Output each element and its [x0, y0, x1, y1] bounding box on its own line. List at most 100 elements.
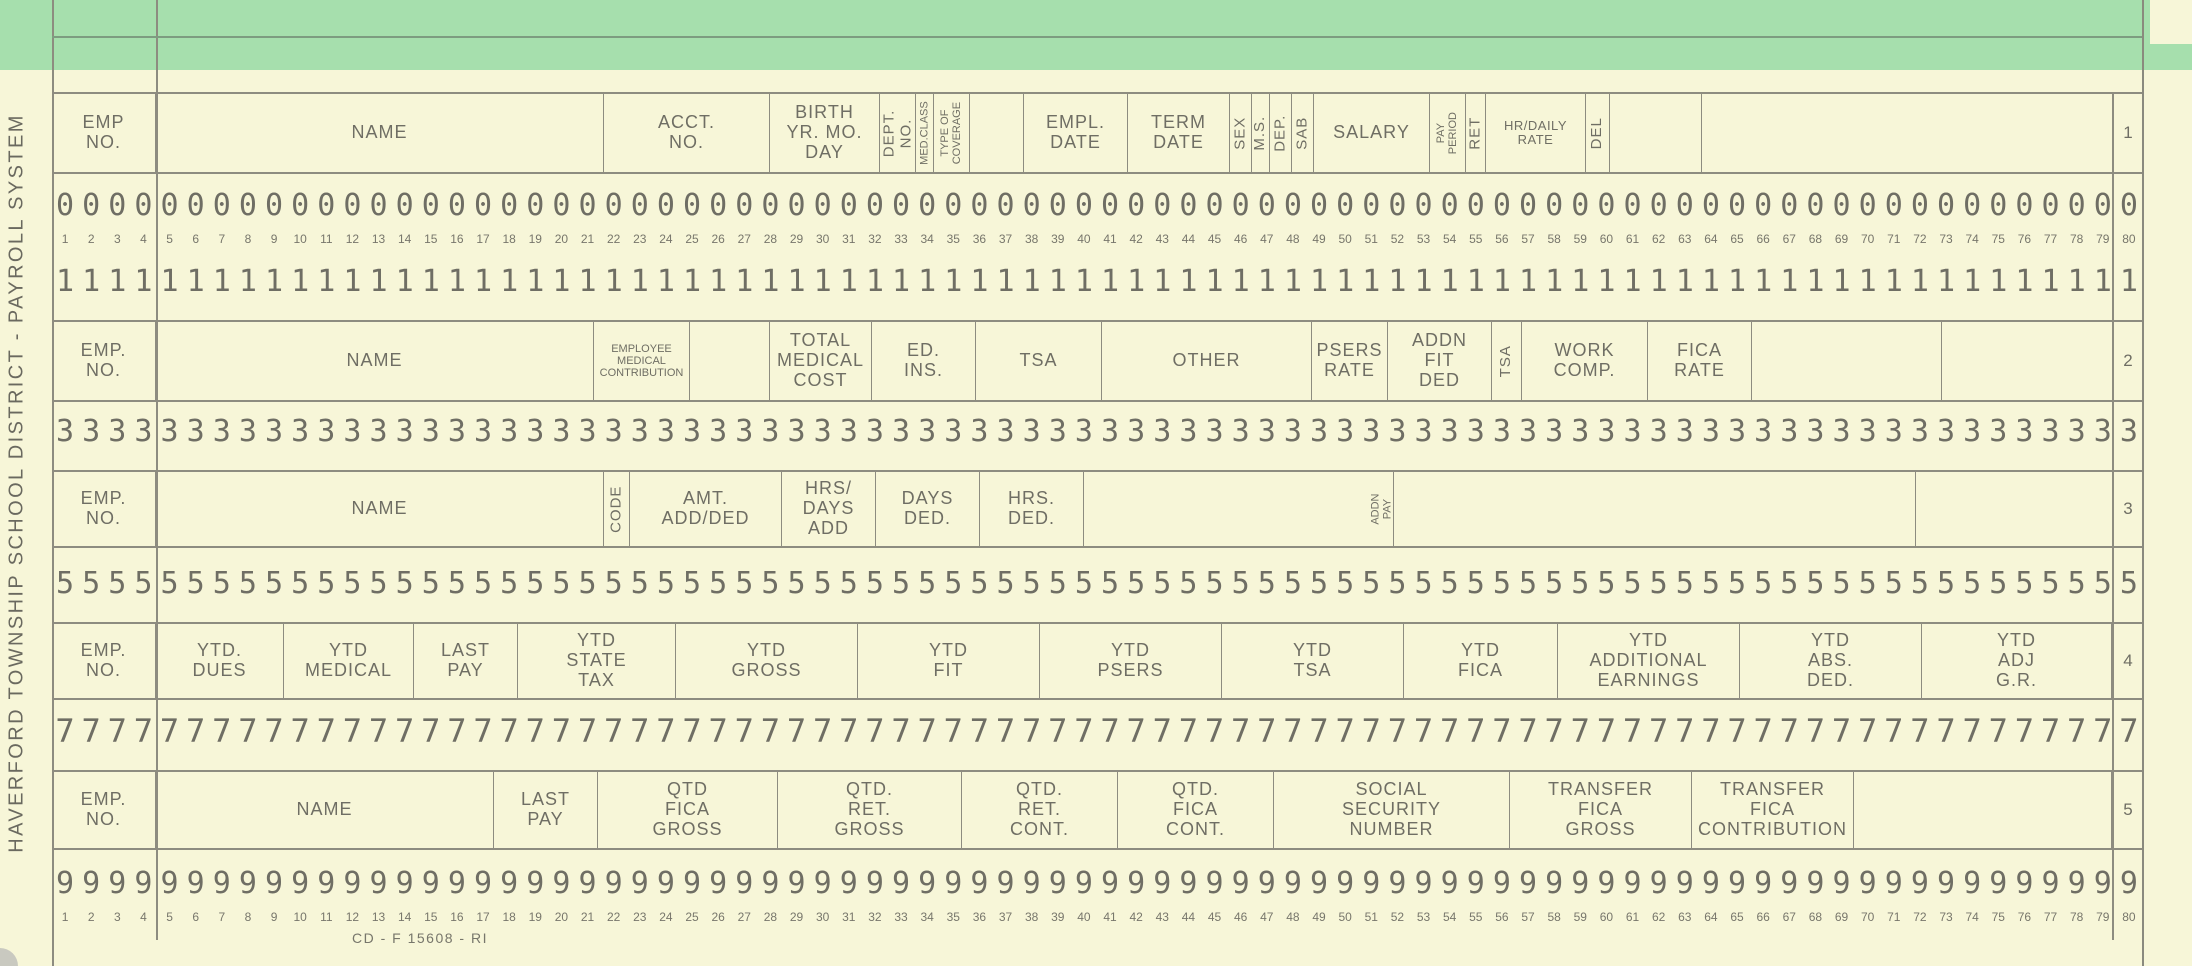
column-number: 59: [1573, 232, 1587, 246]
punch-digit: 1: [1858, 264, 1877, 298]
punch-digit: 5: [82, 566, 101, 601]
punch-digit: 1: [1127, 264, 1146, 298]
header-cell: YTD TSA: [1222, 624, 1404, 698]
punch-digit: 5: [1362, 566, 1381, 601]
punch-digit: 3: [1310, 414, 1329, 449]
punch-digit: 5: [1649, 566, 1668, 601]
punch-digit: 3: [1858, 414, 1877, 449]
punch-digit: 5: [1074, 566, 1093, 601]
punch-digit: 3: [160, 414, 179, 449]
punch-digit: 1: [918, 264, 937, 298]
punch-digit: 9: [1806, 866, 1825, 901]
punch-digit: 0: [683, 188, 702, 222]
column-number: 74: [1965, 910, 1979, 924]
punch-digit: 3: [892, 414, 911, 449]
punch-digit: 5: [1910, 566, 1929, 601]
header-cell: [1854, 772, 2112, 848]
punch-digit: 0: [421, 188, 440, 222]
punch-digit: 1: [2041, 264, 2060, 298]
punch-digit: 9: [1571, 866, 1590, 901]
punch-digit: 7: [1936, 712, 1956, 750]
column-number: 48: [1286, 910, 1300, 924]
punch-digit: 1: [317, 264, 336, 298]
punch-digit: 9: [1519, 866, 1538, 901]
punch-digit: 0: [918, 188, 937, 222]
punch-digit: 9: [2067, 866, 2086, 901]
header-cell: AMT. ADD/DED: [630, 472, 782, 546]
card-top-band-edge: [2150, 44, 2192, 70]
column-number: 43: [1155, 910, 1169, 924]
punch-digit: 5: [1153, 566, 1172, 601]
column-number: 17: [476, 232, 490, 246]
header-cell-label: DAYS DED.: [901, 488, 954, 528]
column-number: 13: [371, 910, 386, 924]
punch-digit: 0: [1858, 188, 1877, 222]
column-number: 32: [868, 910, 882, 924]
column-number: 77: [2043, 232, 2058, 246]
column-number: 68: [1808, 910, 1823, 924]
punch-digit: 9: [892, 866, 911, 901]
punch-digit: 0: [1754, 188, 1773, 222]
punch-digit: 9: [2093, 866, 2112, 901]
header-cell: DEL: [1586, 94, 1610, 172]
header-cell: [970, 94, 1024, 172]
punch-digit: 1: [1571, 264, 1590, 298]
header-cell-label: QTD. RET. CONT.: [1010, 779, 1069, 839]
punch-digit: 1: [291, 264, 310, 298]
punch-digit: 9: [1022, 866, 1041, 901]
column-number: 39: [1051, 232, 1065, 246]
punch-digit: 1: [813, 264, 832, 298]
column-number: 75: [1991, 232, 2005, 246]
punch-digit: 5: [1179, 566, 1198, 601]
punch-digit: 7: [1387, 712, 1408, 750]
punch-digit: 7: [630, 712, 650, 750]
punch-digit: 5: [1780, 566, 1799, 601]
punch-digit: 3: [56, 414, 75, 449]
punch-digit: 1: [1310, 264, 1329, 298]
punch-digit: 9: [500, 866, 519, 901]
column-number: 33: [894, 232, 908, 246]
column-number: 36: [972, 232, 987, 246]
punch-digit: 5: [839, 566, 858, 601]
punch-digit: 5: [212, 566, 231, 601]
digit-row-three: 3333333333333333333333333333333333333333…: [52, 414, 2142, 450]
punch-digit: 9: [134, 866, 153, 901]
punch-digit: 1: [2119, 264, 2138, 298]
punch-digit: 3: [265, 414, 284, 449]
punch-digit: 7: [1361, 712, 1381, 750]
punch-digit: 5: [1519, 566, 1538, 601]
header-cell: NAME: [156, 322, 594, 400]
column-number: 70: [1861, 232, 1875, 246]
punch-digit: 9: [1858, 866, 1877, 901]
punch-digit: 5: [1963, 566, 1982, 601]
punch-digit: 7: [786, 712, 807, 750]
column-number: 75: [1991, 910, 2005, 924]
punch-digit: 0: [1675, 188, 1694, 222]
column-number: 56: [1495, 232, 1509, 246]
header-cell-label: ADDN FIT DED: [1411, 330, 1467, 390]
punch-digit: 5: [160, 566, 179, 601]
punch-digit: 0: [813, 188, 832, 222]
punch-digit: 3: [343, 414, 362, 449]
punch-digit: 7: [865, 712, 885, 750]
header-cell-label: PSERS RATE: [1316, 340, 1383, 380]
punch-digit: 0: [1963, 188, 1982, 222]
punch-digit: 1: [552, 264, 571, 298]
punch-digit: 3: [1440, 414, 1459, 449]
punch-digit: 1: [395, 264, 414, 298]
column-number: 45: [1207, 232, 1222, 246]
column-number: 1: [61, 232, 69, 246]
punch-digit: 1: [1283, 264, 1302, 298]
column-number: 14: [398, 232, 412, 246]
punch-digit: 9: [238, 866, 257, 901]
punch-digit: 7: [107, 712, 127, 750]
header-cell: EMP NO.: [52, 94, 156, 172]
header-cell: ADDN PAY: [1369, 472, 1394, 546]
punch-digit: 1: [578, 264, 597, 298]
punch-digit: 3: [1910, 414, 1929, 449]
column-number-strip-bottom: 1 2 3 4 5 6 7 8 9 10 11 12 13 14 15 16 17 18 19 20 21 22 23 24 2…: [52, 910, 2142, 928]
column-number: 46: [1234, 232, 1248, 246]
header-cell: FICA RATE: [1648, 322, 1752, 400]
punch-digit: 0: [1623, 188, 1642, 222]
punch-digit: 0: [447, 188, 466, 222]
